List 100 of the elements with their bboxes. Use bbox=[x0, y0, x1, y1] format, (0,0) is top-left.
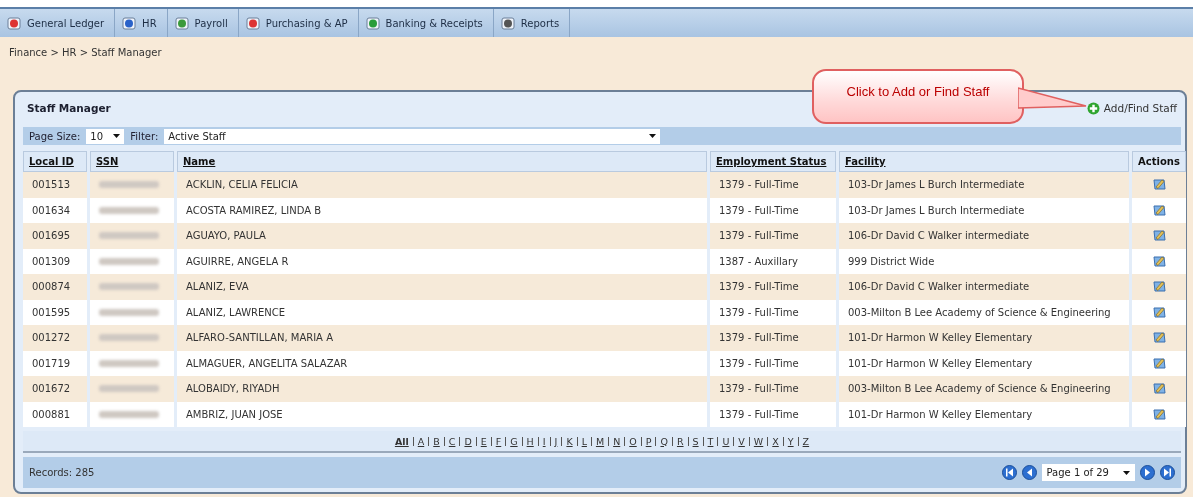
letter-link[interactable]: G bbox=[505, 436, 522, 446]
table-cell: 001634 bbox=[23, 197, 87, 223]
redacted-ssn bbox=[99, 308, 159, 316]
edit-icon[interactable] bbox=[1151, 202, 1167, 218]
table-cell: 000881 bbox=[23, 401, 87, 427]
letter-link[interactable]: M bbox=[590, 436, 609, 446]
letter-link[interactable]: X bbox=[767, 436, 783, 446]
redacted-ssn bbox=[99, 283, 159, 291]
letter-link[interactable]: I bbox=[537, 436, 550, 446]
letter-link[interactable]: J bbox=[549, 436, 562, 446]
page-select[interactable]: Page 1 of 29 bbox=[1041, 464, 1135, 481]
edit-icon[interactable] bbox=[1151, 406, 1167, 422]
redacted-ssn bbox=[99, 359, 159, 367]
add-icon bbox=[1086, 101, 1100, 115]
column-header[interactable]: Facility bbox=[839, 151, 1129, 172]
table-cell: 001595 bbox=[23, 299, 87, 325]
table-cell: 001695 bbox=[23, 223, 87, 249]
redacted-ssn bbox=[99, 181, 159, 189]
records-count: Records: 285 bbox=[29, 467, 95, 478]
table-cell: 1379 - Full-Time bbox=[710, 274, 836, 300]
table-cell: AMBRIZ, JUAN JOSE bbox=[177, 401, 707, 427]
column-header[interactable]: Local ID bbox=[23, 151, 87, 172]
table-cell: 1379 - Full-Time bbox=[710, 197, 836, 223]
table-cell: 001719 bbox=[23, 350, 87, 376]
table-cell: 101-Dr Harmon W Kelley Elementary bbox=[839, 325, 1129, 351]
filter-select[interactable]: Active Staff bbox=[164, 128, 661, 144]
pager-button-icon[interactable] bbox=[1160, 465, 1175, 480]
panel-title: Staff Manager bbox=[27, 102, 111, 114]
edit-icon[interactable] bbox=[1151, 355, 1167, 371]
edit-icon[interactable] bbox=[1151, 177, 1167, 193]
table-cell: 001272 bbox=[23, 325, 87, 351]
table-cell: 001309 bbox=[23, 248, 87, 274]
letter-link[interactable]: O bbox=[624, 436, 641, 446]
pager-button-icon[interactable] bbox=[1140, 465, 1155, 480]
filter-label: Filter: bbox=[130, 130, 159, 142]
edit-icon[interactable] bbox=[1151, 304, 1167, 320]
letter-link[interactable]: T bbox=[702, 436, 718, 446]
letter-link[interactable]: F bbox=[490, 436, 506, 446]
letter-link[interactable]: A bbox=[412, 436, 429, 446]
table-cell: ALOBAIDY, RIYADH bbox=[177, 376, 707, 402]
letter-link[interactable]: Q bbox=[655, 436, 672, 446]
redacted-ssn bbox=[99, 410, 159, 418]
column-header[interactable]: Employment Status bbox=[710, 151, 836, 172]
table-cell: ACKLIN, CELIA FELICIA bbox=[177, 172, 707, 198]
table-cell: AGUAYO, PAULA bbox=[177, 223, 707, 249]
column-header[interactable]: SSN bbox=[90, 151, 174, 172]
callout-bubble: Click to Add or Find Staff bbox=[812, 69, 1024, 124]
edit-icon[interactable] bbox=[1151, 253, 1167, 269]
letter-link[interactable]: K bbox=[561, 436, 577, 446]
table-cell: 1379 - Full-Time bbox=[710, 172, 836, 198]
redacted-ssn bbox=[99, 232, 159, 240]
letter-link[interactable]: Z bbox=[797, 436, 814, 446]
letter-link[interactable]: P bbox=[640, 436, 656, 446]
edit-icon[interactable] bbox=[1151, 330, 1167, 346]
letter-link[interactable]: All bbox=[390, 436, 413, 446]
table-cell: 101-Dr Harmon W Kelley Elementary bbox=[839, 350, 1129, 376]
letter-link[interactable]: D bbox=[459, 436, 476, 446]
table-cell: AGUIRRE, ANGELA R bbox=[177, 248, 707, 274]
edit-icon[interactable] bbox=[1151, 279, 1167, 295]
caret-icon bbox=[649, 134, 657, 138]
add-find-staff-link[interactable]: Add/Find Staff bbox=[1086, 101, 1177, 115]
letter-link[interactable]: S bbox=[687, 436, 703, 446]
table-cell: 1379 - Full-Time bbox=[710, 401, 836, 427]
table-cell: 103-Dr James L Burch Intermediate bbox=[839, 172, 1129, 198]
callout-pointer bbox=[1018, 86, 1088, 110]
pager-button-icon[interactable] bbox=[1001, 465, 1017, 480]
pager-button-icon[interactable] bbox=[1021, 465, 1037, 480]
column-header[interactable]: Actions bbox=[1132, 151, 1186, 172]
table-cell: 999 District Wide bbox=[839, 248, 1129, 274]
letter-link[interactable]: B bbox=[428, 436, 444, 446]
letter-link[interactable]: W bbox=[748, 436, 768, 446]
table-cell: 1379 - Full-Time bbox=[710, 299, 836, 325]
table-cell: 1379 - Full-Time bbox=[710, 325, 836, 351]
letter-link[interactable]: H bbox=[521, 436, 538, 446]
page-size-label: Page Size: bbox=[29, 130, 81, 142]
letter-link[interactable]: R bbox=[671, 436, 688, 446]
table-cell: ALFARO-SANTILLAN, MARIA A bbox=[177, 325, 707, 351]
edit-icon[interactable] bbox=[1151, 228, 1167, 244]
table-cell: 101-Dr Harmon W Kelley Elementary bbox=[839, 401, 1129, 427]
table-cell: ALANIZ, LAWRENCE bbox=[177, 299, 707, 325]
letter-link[interactable]: N bbox=[608, 436, 625, 446]
redacted-ssn bbox=[99, 385, 159, 393]
table-cell: ALANIZ, EVA bbox=[177, 274, 707, 300]
letter-link[interactable]: Y bbox=[782, 436, 798, 446]
table-cell: 003-Milton B Lee Academy of Science & Engineering bbox=[839, 376, 1129, 402]
table-cell: 000874 bbox=[23, 274, 87, 300]
table-cell: 103-Dr James L Burch Intermediate bbox=[839, 197, 1129, 223]
column-header[interactable]: Name bbox=[177, 151, 707, 172]
table-cell: 003-Milton B Lee Academy of Science & Engineering bbox=[839, 299, 1129, 325]
letter-link[interactable]: U bbox=[717, 436, 734, 446]
letter-link[interactable]: L bbox=[576, 436, 591, 446]
breadcrumb: Finance > HR > Staff Manager bbox=[9, 47, 163, 58]
table-cell: 001672 bbox=[23, 376, 87, 402]
page-size-select[interactable]: 10 bbox=[86, 128, 125, 144]
table-cell: ALMAGUER, ANGELITA SALAZAR bbox=[177, 350, 707, 376]
letter-link[interactable]: V bbox=[733, 436, 749, 446]
edit-icon[interactable] bbox=[1151, 381, 1167, 397]
letter-link[interactable]: C bbox=[443, 436, 460, 446]
table-cell: 001513 bbox=[23, 172, 87, 198]
letter-link[interactable]: E bbox=[475, 436, 491, 446]
